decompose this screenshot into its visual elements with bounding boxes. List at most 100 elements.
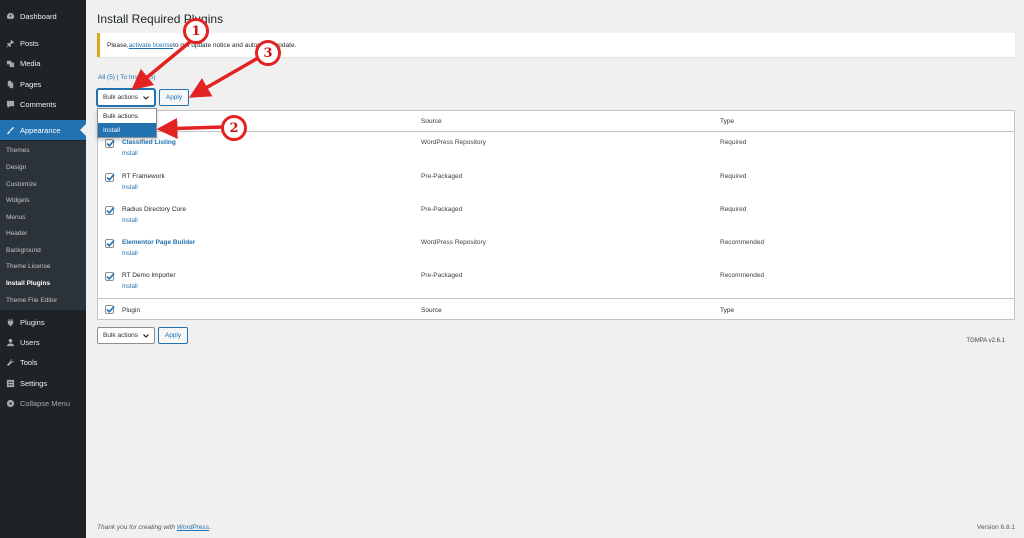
checkmark-icon (106, 239, 115, 247)
install-action-link[interactable]: Install (122, 151, 138, 157)
admin-sidebar: Dashboard Posts Media Pages Comments App… (0, 0, 86, 538)
sidebar-item-users[interactable]: Users (0, 332, 86, 352)
submenu-item-theme-license[interactable]: Theme License (6, 263, 50, 270)
license-notice: Please, activate license to get update n… (97, 33, 1015, 57)
sidebar-item-label: Media (20, 58, 41, 68)
type-cell: Recommended (720, 239, 765, 246)
plugin-name-link[interactable]: Elementor Page Builder (122, 239, 195, 246)
tgmpa-version: TGMPA v2.6.1 (966, 338, 1005, 344)
filter-all-link[interactable]: All (5) (98, 74, 115, 81)
sidebar-item-comments[interactable]: Comments (0, 94, 86, 114)
install-action-link[interactable]: Install (122, 185, 138, 191)
sidebar-item-label: Comments (20, 99, 57, 109)
sidebar-item-tools[interactable]: Tools (0, 352, 86, 372)
plugin-name: RT Framework (122, 173, 165, 180)
arrow-3 (188, 56, 259, 98)
sidebar-item-label: Posts (20, 38, 39, 48)
sidebar-item-media[interactable]: Media (0, 53, 86, 73)
checkmark-icon (106, 206, 115, 214)
row-checkbox[interactable] (105, 206, 115, 215)
filter-to-install-link[interactable]: To Install (5) (120, 74, 155, 81)
bulk-actions-dropdown: Bulk actions Install (97, 108, 157, 138)
sidebar-item-label: Tools (20, 357, 38, 367)
row-checkbox[interactable] (105, 139, 115, 148)
install-action-link[interactable]: Install (122, 284, 138, 290)
collapse-icon (5, 398, 15, 408)
dashboard-icon (5, 11, 15, 21)
table-row: Elementor Page Builder Install WordPress… (98, 233, 1014, 266)
wordpress-link[interactable]: WordPress (177, 524, 209, 531)
checkmark-icon (106, 173, 115, 181)
callout-step-2: 2 (221, 115, 247, 141)
sidebar-item-settings[interactable]: Settings (0, 373, 86, 393)
bulk-option-install[interactable]: Install (98, 123, 156, 137)
callout-step-3: 3 (255, 40, 281, 66)
source-cell: Pre-Packaged (421, 206, 463, 213)
table-row: RT Framework Install Pre-Packaged Requir… (98, 167, 1014, 200)
bulk-actions-value: Bulk actions (103, 332, 139, 339)
wrench-icon (5, 357, 15, 367)
submenu-item-header[interactable]: Header (6, 230, 27, 237)
submenu-item-theme-file-editor[interactable]: Theme File Editor (6, 297, 57, 304)
apply-button-bottom[interactable]: Apply (158, 327, 188, 344)
column-footer-source[interactable]: Source (421, 307, 442, 314)
row-checkbox[interactable] (105, 272, 115, 281)
chevron-down-icon (143, 334, 149, 338)
checkmark-icon (106, 272, 115, 280)
table-footer: Plugin Source Type (98, 298, 1014, 320)
sidebar-item-posts[interactable]: Posts (0, 33, 86, 53)
select-all-checkbox-bottom[interactable] (105, 305, 115, 314)
source-cell: WordPress Repository (421, 239, 486, 246)
settings-icon (5, 378, 15, 388)
sidebar-item-pages[interactable]: Pages (0, 74, 86, 94)
sidebar-item-label: Pages (20, 79, 42, 89)
install-action-link[interactable]: Install (122, 251, 138, 257)
type-cell: Required (720, 206, 747, 213)
bulk-option-bulk-actions[interactable]: Bulk actions (98, 109, 156, 123)
submenu-item-background[interactable]: Background (6, 247, 41, 254)
submenu-item-themes[interactable]: Themes (6, 147, 29, 154)
sidebar-item-plugins[interactable]: Plugins (0, 312, 86, 332)
source-cell: WordPress Repository (421, 139, 486, 146)
notice-prefix: Please, (107, 41, 129, 49)
brush-icon (5, 125, 15, 135)
apply-button-top[interactable]: Apply (159, 89, 189, 106)
column-footer-plugin[interactable]: Plugin (122, 307, 140, 314)
row-checkbox[interactable] (105, 173, 115, 182)
table-row: RT Demo Importer Install Pre-Packaged Re… (98, 266, 1014, 299)
activate-license-link[interactable]: activate license (129, 42, 173, 49)
collapse-menu-button[interactable]: Collapse Menu (0, 393, 86, 413)
submenu-item-widgets[interactable]: Widgets (6, 197, 29, 204)
checkmark-icon (106, 305, 115, 313)
plugin-name: Radius Directory Core (122, 206, 186, 213)
active-menu-pointer (80, 124, 86, 136)
sidebar-item-appearance[interactable]: Appearance (0, 120, 86, 140)
checkmark-icon (106, 139, 115, 147)
source-cell: Pre-Packaged (421, 173, 463, 180)
submenu-item-install-plugins[interactable]: Install Plugins (6, 280, 50, 287)
bulk-actions-select-top[interactable]: Bulk actions (97, 89, 155, 106)
source-cell: Pre-Packaged (421, 272, 463, 279)
plugins-table: Plugin Source Type Classified Listing In… (97, 110, 1015, 320)
users-icon (5, 337, 15, 347)
install-action-link[interactable]: Install (122, 218, 138, 224)
column-header-source[interactable]: Source (421, 118, 442, 125)
row-checkbox[interactable] (105, 239, 115, 248)
submenu-item-menus[interactable]: Menus (6, 214, 26, 221)
sidebar-item-label: Settings (20, 378, 48, 388)
bulk-actions-select-bottom[interactable]: Bulk actions (97, 327, 155, 344)
column-footer-type[interactable]: Type (720, 307, 734, 314)
sidebar-item-dashboard[interactable]: Dashboard (0, 6, 86, 26)
footer-thanks-suffix: . (209, 524, 211, 531)
type-cell: Required (720, 139, 747, 146)
plugin-name-link[interactable]: Classified Listing (122, 139, 176, 146)
pages-icon (5, 79, 15, 89)
sidebar-item-label: Plugins (20, 317, 45, 327)
submenu-item-design[interactable]: Design (6, 164, 26, 171)
table-row: Radius Directory Core Install Pre-Packag… (98, 200, 1014, 233)
footer-thanks-prefix: Thank you for creating with (97, 524, 177, 531)
column-header-type[interactable]: Type (720, 118, 734, 125)
bulk-actions-value: Bulk actions (103, 94, 139, 101)
submenu-item-customize[interactable]: Customize (6, 181, 37, 188)
media-icon (5, 58, 15, 68)
